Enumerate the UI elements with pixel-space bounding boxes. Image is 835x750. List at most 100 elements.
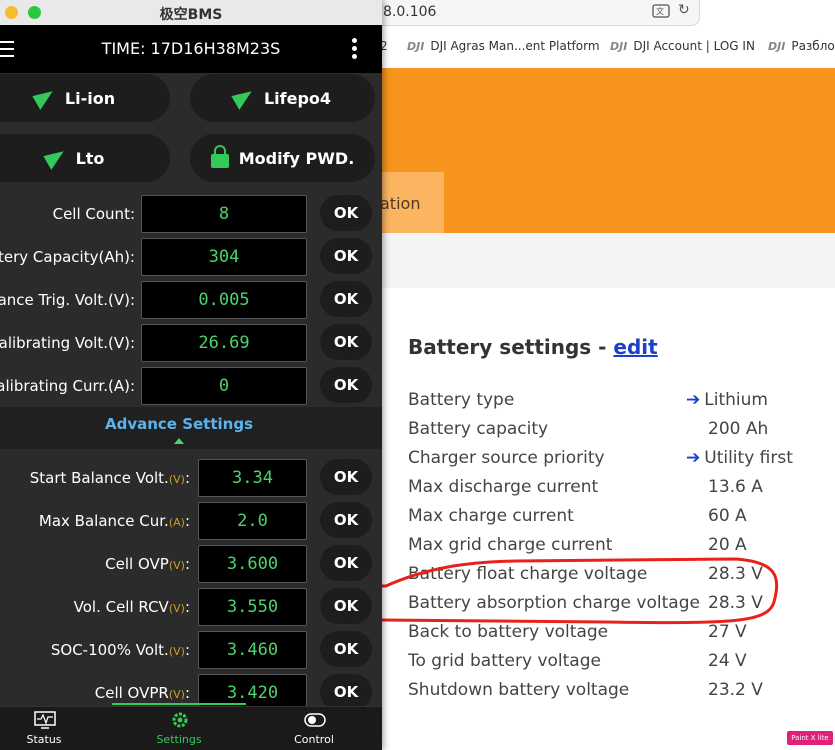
page-subheader bbox=[380, 233, 835, 288]
address-text[interactable]: 8.0.106 bbox=[383, 4, 436, 20]
field-label: Cell OVP(V): bbox=[105, 555, 190, 573]
bottom-navigation: Status Settings Control bbox=[0, 706, 382, 750]
arrow-right-icon: ➔ bbox=[686, 390, 701, 410]
cell-ovp-input[interactable]: 3.600 bbox=[198, 545, 307, 583]
field-row-calibrating-curr: Calibrating Curr.(A): 0 OK bbox=[0, 367, 382, 407]
advance-settings-toggle[interactable]: Advance Settings bbox=[0, 407, 382, 449]
gear-icon bbox=[172, 712, 188, 728]
ok-button[interactable]: OK bbox=[320, 502, 372, 538]
field-row-start-balance-volt: Start Balance Volt.(V): 3.34 OK bbox=[0, 459, 382, 499]
bookmark-item[interactable]: DJI DJI Account | LOG IN bbox=[610, 39, 755, 53]
ok-button[interactable]: OK bbox=[320, 324, 372, 360]
nav-control[interactable]: Control bbox=[264, 707, 364, 750]
ok-button[interactable]: OK bbox=[320, 281, 372, 317]
settings-value: 13.6 A bbox=[708, 477, 763, 497]
field-row-cell-count: Cell Count: 8 OK bbox=[0, 195, 382, 235]
arrow-right-icon: ➔ bbox=[686, 448, 701, 468]
ok-button[interactable]: OK bbox=[320, 367, 372, 403]
lto-button[interactable]: Lto bbox=[0, 134, 170, 182]
ok-button[interactable]: OK bbox=[320, 631, 372, 667]
lock-icon bbox=[210, 145, 229, 168]
settings-label: Battery type bbox=[408, 390, 515, 410]
svg-text:文: 文 bbox=[656, 6, 664, 16]
paint-x-badge: Paint X lite bbox=[787, 731, 833, 745]
max-balance-cur-input[interactable]: 2.0 bbox=[198, 502, 307, 540]
dji-logo-icon: DJI bbox=[407, 40, 425, 53]
send-icon bbox=[32, 86, 58, 110]
advance-settings-title: Advance Settings bbox=[104, 415, 253, 433]
battery-settings-panel: Battery settings - edit Battery type ➔ Lit… bbox=[408, 335, 828, 700]
settings-value: 24 V bbox=[708, 651, 747, 671]
field-label: Start Balance Volt.(V): bbox=[29, 469, 190, 487]
settings-label: Max charge current bbox=[408, 506, 574, 526]
field-row-max-balance-cur: Max Balance Cur.(A): 2.0 OK bbox=[0, 502, 382, 542]
edit-link[interactable]: edit bbox=[613, 335, 657, 359]
balance-trig-volt-input[interactable]: 0.005 bbox=[141, 281, 307, 319]
li-ion-button[interactable]: Li-ion bbox=[0, 74, 170, 122]
toggle-icon bbox=[304, 713, 326, 727]
settings-label: Shutdown battery voltage bbox=[408, 680, 630, 700]
bookmark-item[interactable]: DJI DJI Agras Man...ent Platform bbox=[407, 39, 600, 53]
reload-icon[interactable]: ↻ bbox=[678, 2, 690, 18]
send-icon bbox=[42, 146, 69, 170]
bms-app-window: 极空BMS TIME: 17D16H38M23S Li-ion Lifepo4 … bbox=[0, 0, 382, 750]
settings-title: Battery settings - edit bbox=[408, 335, 658, 359]
settings-label: Battery capacity bbox=[408, 419, 549, 439]
settings-label: To grid battery voltage bbox=[408, 651, 601, 671]
start-balance-volt-input[interactable]: 3.34 bbox=[198, 459, 307, 497]
field-row-soc-100-volt: SOC-100% Volt.(V): 3.460 OK bbox=[0, 631, 382, 671]
bookmark-item[interactable]: DJI Разбло bbox=[768, 39, 835, 53]
field-row-balance-trig: alance Trig. Volt.(V): 0.005 OK bbox=[0, 281, 382, 321]
ok-button[interactable]: OK bbox=[320, 545, 372, 581]
field-label: Vol. Cell RCV(V): bbox=[73, 598, 190, 616]
nav-settings[interactable]: Settings bbox=[129, 707, 229, 750]
active-tab-indicator bbox=[112, 703, 246, 705]
vol-cell-rcv-input[interactable]: 3.550 bbox=[198, 588, 307, 626]
field-row-cell-ovp: Cell OVP(V): 3.600 OK bbox=[0, 545, 382, 585]
field-label: Calibrating Curr.(A): bbox=[0, 377, 135, 395]
field-label: SOC-100% Volt.(V): bbox=[50, 641, 190, 659]
window-titlebar: 极空BMS bbox=[0, 0, 382, 26]
window-title: 极空BMS bbox=[159, 7, 223, 23]
page-header-band bbox=[380, 68, 835, 233]
ok-button[interactable]: OK bbox=[320, 674, 372, 710]
settings-value: 23.2 V bbox=[708, 680, 763, 700]
ok-button[interactable]: OK bbox=[320, 588, 372, 624]
field-row-battery-capacity: ttery Capacity(Ah): 304 OK bbox=[0, 238, 382, 278]
field-label: Cell Count: bbox=[52, 205, 135, 223]
field-label: Cell OVPR(V): bbox=[94, 684, 190, 702]
runtime-display: TIME: 17D16H38M23S bbox=[101, 39, 281, 58]
modify-password-button[interactable]: Modify PWD. bbox=[190, 134, 375, 182]
field-row-vol-cell-rcv: Vol. Cell RCV(V): 3.550 OK bbox=[0, 588, 382, 628]
cell-count-input[interactable]: 8 bbox=[141, 195, 307, 233]
dji-logo-icon: DJI bbox=[768, 40, 786, 53]
calibrating-volt-input[interactable]: 26.69 bbox=[141, 324, 307, 362]
lifepo4-button[interactable]: Lifepo4 bbox=[190, 74, 375, 122]
nav-status[interactable]: Status bbox=[0, 707, 94, 750]
bookmarks-bar: 2 DJI DJI Agras Man...ent Platform DJI DJI… bbox=[380, 35, 835, 59]
more-options-icon[interactable] bbox=[352, 38, 358, 60]
field-label: ttery Capacity(Ah): bbox=[0, 248, 135, 266]
app-topbar: TIME: 17D16H38M23S bbox=[0, 25, 382, 73]
settings-value: ➔ Lithium bbox=[686, 390, 768, 410]
ok-button[interactable]: OK bbox=[320, 238, 372, 274]
translate-icon[interactable]: 文 bbox=[652, 3, 670, 19]
dji-logo-icon: DJI bbox=[610, 40, 628, 53]
page-tab[interactable]: ation bbox=[380, 172, 444, 233]
settings-value: 20 A bbox=[708, 535, 747, 555]
settings-value: 200 Ah bbox=[708, 419, 769, 439]
ok-button[interactable]: OK bbox=[320, 195, 372, 231]
send-icon bbox=[231, 86, 257, 110]
settings-label: Charger source priority bbox=[408, 448, 605, 468]
monitor-icon bbox=[34, 711, 56, 729]
settings-value: ➔ Utility first bbox=[686, 448, 793, 468]
settings-label: Max discharge current bbox=[408, 477, 599, 497]
ok-button[interactable]: OK bbox=[320, 459, 372, 495]
field-label: Calibrating Volt.(V): bbox=[0, 334, 135, 352]
field-row-calibrating-volt: Calibrating Volt.(V): 26.69 OK bbox=[0, 324, 382, 364]
calibrating-curr-input[interactable]: 0 bbox=[141, 367, 307, 405]
battery-capacity-input[interactable]: 304 bbox=[141, 238, 307, 276]
caret-up-icon bbox=[174, 438, 184, 444]
settings-value: 60 A bbox=[708, 506, 747, 526]
soc-100-volt-input[interactable]: 3.460 bbox=[198, 631, 307, 669]
